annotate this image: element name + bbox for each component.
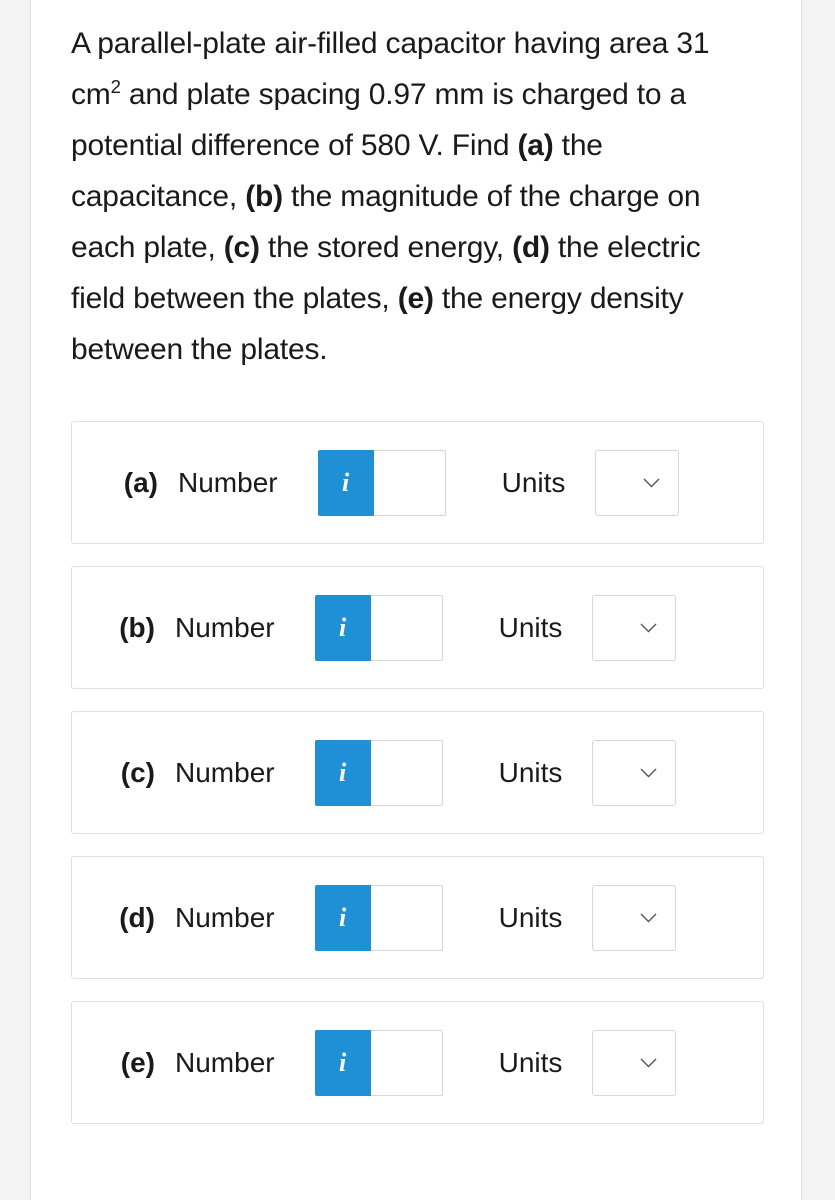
question-part-marker: (d) (512, 231, 550, 264)
number-input-group-c: i (314, 739, 443, 806)
part-label-a: (a) (123, 466, 158, 498)
page-content: A parallel-plate air-filled capacitor ha… (31, 0, 802, 1200)
part-label-b: (b) (119, 611, 155, 643)
number-label-c: Number (175, 756, 275, 788)
answer-row-c: (c) Number i Units (71, 711, 764, 834)
info-icon[interactable]: i (314, 884, 371, 951)
info-icon[interactable]: i (314, 739, 371, 806)
question-part-marker: (a) (517, 129, 554, 162)
number-input-group-a: i (317, 449, 446, 516)
units-select-b[interactable] (592, 594, 677, 661)
question-part-marker: (e) (397, 282, 434, 315)
info-icon[interactable]: i (314, 1029, 371, 1096)
units-select-a[interactable] (595, 449, 680, 516)
question-part-marker: (c) (223, 231, 260, 264)
chevron-down-icon (640, 768, 657, 777)
number-label-d: Number (175, 901, 275, 933)
part-label-c: (c) (120, 756, 155, 788)
question-text-run: the stored energy, (259, 231, 513, 264)
number-input-e[interactable] (370, 1029, 443, 1096)
page-right-margin (801, 0, 835, 1200)
chevron-down-icon (640, 623, 657, 632)
number-label-e: Number (175, 1046, 275, 1078)
answer-row-a: (a) Number i Units (71, 421, 764, 544)
number-input-b[interactable] (370, 594, 443, 661)
part-label-e: (e) (120, 1046, 155, 1078)
number-label-b: Number (175, 611, 275, 643)
answer-row-d: (d) Number i Units (71, 856, 764, 979)
number-input-a[interactable] (373, 449, 446, 516)
info-icon[interactable]: i (314, 594, 371, 661)
units-select-e[interactable] (592, 1029, 677, 1096)
answer-list: (a) Number i Units (b) Number i Units (c) Number i… (31, 421, 802, 1124)
number-input-c[interactable] (370, 739, 443, 806)
page-root: A parallel-plate air-filled capacitor ha… (0, 0, 835, 1200)
number-label-a: Number (178, 466, 278, 498)
exponent-2: 2 (110, 76, 121, 97)
units-select-d[interactable] (592, 884, 677, 951)
answer-row-b: (b) Number i Units (71, 566, 764, 689)
question-part-marker: (b) (245, 180, 283, 213)
number-input-group-b: i (314, 594, 443, 661)
part-label-d: (d) (119, 901, 155, 933)
page-left-margin (0, 0, 31, 1200)
number-input-d[interactable] (370, 884, 443, 951)
units-label-e: Units (498, 1046, 563, 1078)
chevron-down-icon (640, 913, 657, 922)
units-select-c[interactable] (592, 739, 677, 806)
number-input-group-d: i (314, 884, 443, 951)
units-label-c: Units (498, 756, 563, 788)
info-icon[interactable]: i (317, 449, 374, 516)
units-label-a: Units (501, 466, 566, 498)
number-input-group-e: i (314, 1029, 443, 1096)
answer-row-e: (e) Number i Units (71, 1001, 764, 1124)
chevron-down-icon (640, 1058, 657, 1067)
units-label-d: Units (498, 901, 563, 933)
question-text: A parallel-plate air-filled capacitor ha… (31, 0, 802, 375)
units-label-b: Units (498, 611, 563, 643)
chevron-down-icon (643, 478, 660, 487)
